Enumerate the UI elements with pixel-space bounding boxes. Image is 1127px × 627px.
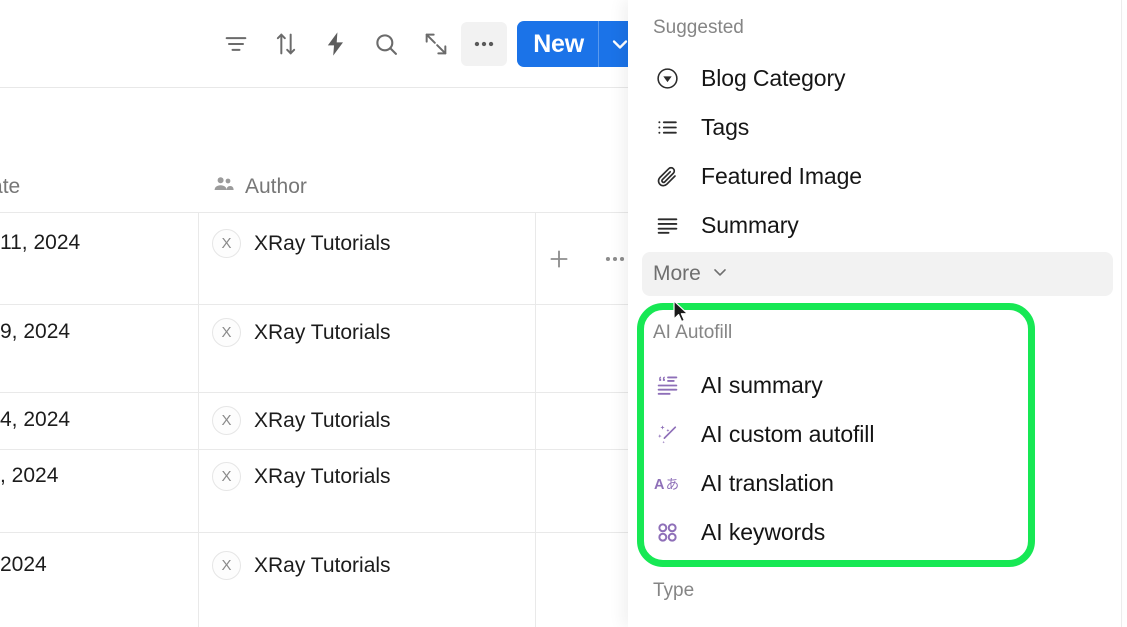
- ai-summary-quote-icon: [653, 373, 681, 398]
- menu-item-tags[interactable]: Tags: [642, 105, 1108, 149]
- new-button-label: New: [533, 30, 584, 58]
- translate-a-icon: A あ: [653, 471, 681, 496]
- field-type-dropdown-panel: Suggested Blog Category Tags Featured Im…: [628, 0, 1122, 627]
- table-grid-line: [0, 532, 640, 533]
- view-toolbar: New: [0, 0, 640, 88]
- menu-item-ai-custom-autofill[interactable]: AI custom autofill: [642, 412, 1108, 456]
- more-horizontal-icon[interactable]: [461, 22, 508, 66]
- automation-lightning-icon[interactable]: [311, 22, 361, 66]
- column-options-button[interactable]: [602, 232, 628, 285]
- cell-publication-date[interactable]: , 2024: [0, 464, 58, 488]
- cell-author[interactable]: X XRay Tutorials: [212, 229, 391, 258]
- avatar: X: [212, 318, 241, 347]
- table-grid-line: [0, 212, 640, 213]
- table-grid-line: [0, 392, 640, 393]
- menu-item-featured-image[interactable]: Featured Image: [642, 154, 1108, 198]
- select-circle-icon: [653, 66, 681, 91]
- cell-publication-date[interactable]: 9, 2024: [0, 320, 70, 344]
- svg-text:あ: あ: [665, 476, 679, 492]
- table-grid-line: [535, 213, 536, 627]
- magic-wand-sparkle-icon: [653, 422, 681, 447]
- cell-author[interactable]: X XRay Tutorials: [212, 318, 391, 347]
- author-name: XRay Tutorials: [254, 553, 391, 577]
- table-grid-line: [0, 449, 640, 450]
- cell-author[interactable]: X XRay Tutorials: [212, 406, 391, 435]
- search-icon[interactable]: [361, 22, 411, 66]
- bulleted-list-icon: [653, 115, 681, 140]
- paperclip-icon: [653, 164, 681, 189]
- avatar: X: [212, 462, 241, 491]
- text-lines-icon: [653, 213, 681, 238]
- menu-item-label: AI translation: [701, 469, 834, 496]
- table-grid-line: [198, 213, 199, 627]
- menu-item-blog-category[interactable]: Blog Category: [642, 56, 1108, 100]
- menu-item-label: AI keywords: [701, 518, 826, 545]
- records-table: ion Date Author: [0, 88, 640, 627]
- cell-author[interactable]: X XRay Tutorials: [212, 462, 391, 491]
- new-button[interactable]: New: [517, 21, 640, 67]
- screen: New ion Date: [0, 0, 1127, 627]
- more-toggle[interactable]: More: [642, 252, 1113, 296]
- menu-item-ai-translation[interactable]: A あ AI translation: [642, 461, 1108, 505]
- more-label: More: [653, 262, 701, 285]
- menu-item-label: Blog Category: [701, 64, 846, 91]
- column-header-label: Author: [245, 174, 307, 198]
- author-name: XRay Tutorials: [254, 464, 391, 488]
- filter-icon[interactable]: [211, 22, 261, 66]
- svg-text:A: A: [654, 476, 665, 492]
- menu-item-ai-summary[interactable]: AI summary: [642, 363, 1108, 407]
- cell-publication-date[interactable]: 4, 2024: [0, 408, 70, 432]
- add-column-button[interactable]: [546, 232, 572, 285]
- column-header-author[interactable]: Author: [212, 160, 307, 213]
- section-label-suggested: Suggested: [653, 17, 744, 38]
- column-header-publication-date[interactable]: ion Date: [0, 160, 20, 213]
- author-name: XRay Tutorials: [254, 408, 391, 432]
- menu-item-label: AI summary: [701, 371, 823, 398]
- cell-author[interactable]: X XRay Tutorials: [212, 551, 391, 580]
- author-name: XRay Tutorials: [254, 320, 391, 344]
- four-circles-grid-icon: [653, 520, 681, 545]
- expand-icon[interactable]: [411, 22, 461, 66]
- avatar: X: [212, 551, 241, 580]
- menu-item-label: Tags: [701, 113, 750, 140]
- menu-item-label: Featured Image: [701, 162, 862, 189]
- cell-publication-date[interactable]: 2024: [0, 553, 47, 577]
- sort-icon[interactable]: [261, 22, 311, 66]
- menu-item-label: AI custom autofill: [701, 420, 875, 447]
- people-icon: [212, 172, 236, 202]
- avatar: X: [212, 229, 241, 258]
- chevron-down-icon: [710, 262, 730, 287]
- column-header-label: ion Date: [0, 174, 21, 198]
- section-label-ai-autofill: AI Autofill: [653, 322, 733, 343]
- menu-item-summary[interactable]: Summary: [642, 203, 1108, 247]
- table-header-row: ion Date Author: [0, 160, 640, 268]
- table-grid-line: [0, 304, 640, 305]
- menu-item-label: Summary: [701, 211, 799, 238]
- avatar: X: [212, 406, 241, 435]
- cell-publication-date[interactable]: 11, 2024: [0, 231, 80, 255]
- section-label-type: Type: [653, 580, 695, 601]
- author-name: XRay Tutorials: [254, 231, 391, 255]
- menu-item-ai-keywords[interactable]: AI keywords: [642, 510, 1108, 554]
